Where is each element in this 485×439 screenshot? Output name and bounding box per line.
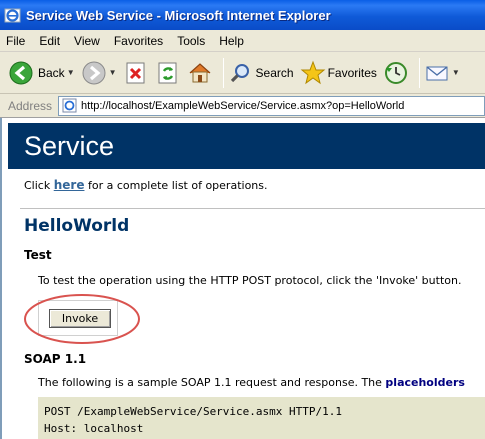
star-icon (300, 60, 326, 86)
forward-arrow-icon (81, 60, 107, 86)
home-icon (187, 60, 213, 86)
page-banner: Service (8, 123, 485, 169)
search-label: Search (255, 65, 294, 80)
history-icon (383, 60, 409, 86)
intro-before: Click (24, 179, 54, 192)
toolbar-separator (222, 57, 224, 88)
stop-button[interactable] (123, 60, 149, 86)
window-title: Service Web Service - Microsoft Internet… (26, 7, 331, 23)
address-input[interactable]: http://localhost/ExampleWebService/Servi… (58, 95, 485, 116)
dropdown-arrow-icon[interactable]: ▼ (452, 68, 460, 77)
intro-text: Click here for a complete list of operat… (24, 178, 268, 192)
soap-desc-text: The following is a sample SOAP 1.1 reque… (38, 376, 386, 389)
refresh-icon (155, 60, 181, 86)
toolbar: Back ▼ ▼ Search Favorites ▼ (0, 52, 485, 94)
menu-edit[interactable]: Edit (39, 34, 60, 48)
code-line: POST /ExampleWebService/Service.asmx HTT… (44, 405, 343, 418)
window-titlebar[interactable]: Service Web Service - Microsoft Internet… (0, 0, 485, 30)
menu-help[interactable]: Help (219, 34, 244, 48)
divider (20, 208, 485, 209)
mail-icon (424, 60, 450, 86)
invoke-button[interactable]: Invoke (49, 309, 111, 328)
favorites-button[interactable]: Favorites (300, 60, 377, 86)
address-url: http://localhost/ExampleWebService/Servi… (81, 99, 405, 112)
back-label: Back (38, 65, 65, 80)
page-icon (62, 98, 77, 113)
stop-icon (123, 60, 149, 86)
menu-favorites[interactable]: Favorites (114, 34, 163, 48)
menu-file[interactable]: File (6, 34, 25, 48)
ie-logo-icon (4, 7, 21, 24)
address-bar: Address http://localhost/ExampleWebServi… (0, 94, 485, 118)
dropdown-arrow-icon[interactable]: ▼ (109, 68, 117, 77)
placeholders-text: placeholders (385, 376, 465, 389)
back-button[interactable]: Back ▼ (8, 60, 75, 86)
test-heading: Test (24, 248, 52, 262)
soap-heading: SOAP 1.1 (24, 352, 87, 366)
operations-link[interactable]: here (54, 178, 85, 192)
operation-title: HelloWorld (24, 216, 130, 236)
menu-tools[interactable]: Tools (177, 34, 205, 48)
history-button[interactable] (383, 60, 409, 86)
home-button[interactable] (187, 60, 213, 86)
intro-after: for a complete list of operations. (84, 179, 268, 192)
search-button[interactable]: Search (228, 60, 294, 86)
test-description: To test the operation using the HTTP POS… (38, 274, 462, 287)
refresh-button[interactable] (155, 60, 181, 86)
soap-code-block: POST /ExampleWebService/Service.asmx HTT… (38, 397, 485, 439)
toolbar-separator (418, 57, 420, 88)
code-line: Host: localhost (44, 422, 144, 435)
back-arrow-icon (8, 60, 34, 86)
mail-button[interactable]: ▼ (424, 60, 460, 86)
soap-description: The following is a sample SOAP 1.1 reque… (38, 376, 465, 389)
menu-view[interactable]: View (74, 34, 100, 48)
dropdown-arrow-icon[interactable]: ▼ (67, 68, 75, 77)
favorites-label: Favorites (327, 65, 377, 80)
address-label: Address (8, 98, 53, 113)
search-icon (228, 60, 254, 86)
forward-button[interactable]: ▼ (81, 60, 117, 86)
menu-bar: File Edit View Favorites Tools Help (0, 30, 485, 52)
page-content: Service Click here for a complete list o… (0, 118, 485, 439)
